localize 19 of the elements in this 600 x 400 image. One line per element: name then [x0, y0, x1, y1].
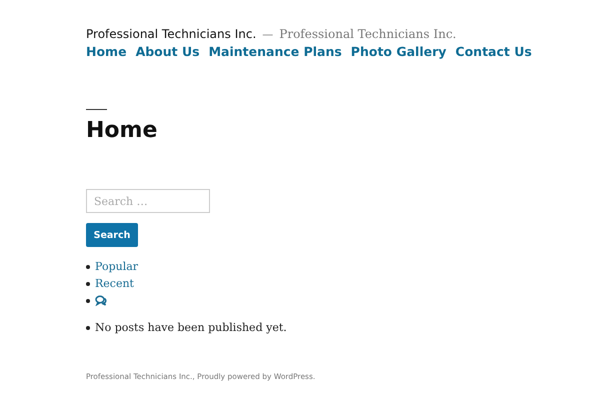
nav-link[interactable]: About Us — [136, 44, 200, 59]
site-title[interactable]: Professional Technicians Inc. — [86, 27, 256, 41]
page-title: Home — [86, 118, 158, 143]
site-tagline: Professional Technicians Inc. — [279, 27, 456, 41]
comments-icon[interactable] — [95, 295, 107, 306]
nav-link[interactable]: Contact Us — [455, 44, 532, 59]
bullet-icon — [86, 264, 90, 268]
separator: — — [262, 28, 274, 41]
search-field[interactable]: Search … — [86, 189, 210, 213]
search-button[interactable]: Search — [86, 223, 138, 247]
bullet-icon — [86, 298, 90, 302]
sidebar-tab-link[interactable]: Popular — [95, 260, 138, 273]
empty-message: No posts have been published yet. — [95, 321, 287, 334]
bullet-icon — [86, 326, 90, 330]
nav-link[interactable]: Photo Gallery — [350, 44, 446, 59]
nav-link[interactable]: Maintenance Plans — [208, 44, 342, 59]
bullet-icon — [86, 282, 90, 286]
nav-link[interactable]: Home — [86, 44, 127, 59]
sidebar-tab-link[interactable]: Recent — [95, 277, 134, 290]
